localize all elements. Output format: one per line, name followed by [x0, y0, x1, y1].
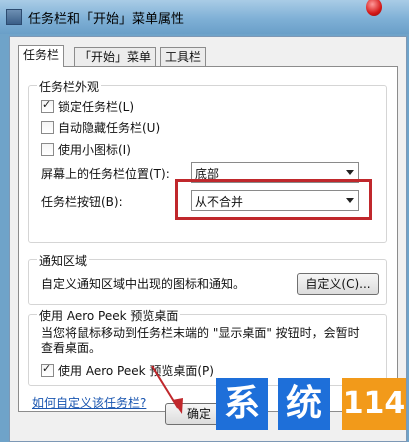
window-icon	[6, 9, 22, 25]
window-title: 任务栏和「开始」菜单属性	[28, 12, 185, 27]
notification-text: 自定义通知区域中出现的图标和通知。	[41, 277, 246, 291]
chevron-down-icon	[346, 170, 354, 175]
lock-taskbar-label: 锁定任务栏(L)	[58, 100, 135, 114]
small-icons-checkbox[interactable]: 使用小图标(I)	[41, 141, 131, 158]
lock-taskbar-checkbox[interactable]: 锁定任务栏(L)	[41, 98, 134, 115]
small-icons-label: 使用小图标(I)	[58, 143, 131, 157]
watermark-number: 114	[342, 378, 406, 430]
checkbox-checked-icon	[41, 98, 54, 113]
watermark-char-2: 统	[278, 378, 330, 430]
notification-group-title: 通知区域	[37, 252, 90, 269]
location-label: 屏幕上的任务栏位置(T):	[41, 167, 170, 181]
buttons-label: 任务栏按钮(B):	[41, 195, 123, 209]
tab-taskbar[interactable]: 任务栏	[18, 45, 65, 67]
appearance-group-title: 任务栏外观	[37, 78, 102, 95]
tab-toolbars[interactable]: 工具栏	[160, 47, 207, 66]
help-link[interactable]: 如何自定义该任务栏?	[32, 394, 146, 411]
checkbox-unchecked-icon	[41, 121, 54, 134]
close-icon[interactable]	[366, 0, 382, 16]
appearance-group: 任务栏外观 锁定任务栏(L) 自动隐藏任务栏(U) 使用小图标(I) 屏幕上的任…	[28, 78, 387, 243]
red-highlight-box	[175, 179, 372, 220]
autohide-checkbox[interactable]: 自动隐藏任务栏(U)	[41, 119, 160, 136]
aero-peek-checkbox-label: 使用 Aero Peek 预览桌面(P)	[58, 364, 214, 378]
tab-start-menu[interactable]: 「开始」菜单	[74, 47, 157, 66]
cursor-arrow-icon	[151, 365, 183, 414]
title-bar: 任务栏和「开始」菜单属性	[0, 0, 409, 34]
aero-peek-group: 使用 Aero Peek 预览桌面 当您将鼠标移动到任务栏末端的 "显示桌面" …	[28, 307, 387, 386]
notification-group: 通知区域 自定义通知区域中出现的图标和通知。 自定义(C)...	[28, 252, 387, 305]
aero-peek-description-line2: 查看桌面。	[41, 341, 102, 355]
watermark-char-1: 系	[216, 378, 268, 430]
watermark-logo: 系 统 114	[202, 378, 409, 440]
aero-peek-group-title: 使用 Aero Peek 预览桌面	[37, 307, 181, 324]
checkbox-checked-icon	[41, 362, 54, 377]
autohide-label: 自动隐藏任务栏(U)	[58, 121, 161, 135]
customize-button[interactable]: 自定义(C)...	[297, 273, 379, 295]
checkbox-unchecked-icon	[41, 143, 54, 156]
tab-panel: 任务栏外观 锁定任务栏(L) 自动隐藏任务栏(U) 使用小图标(I) 屏幕上的任…	[18, 66, 398, 412]
